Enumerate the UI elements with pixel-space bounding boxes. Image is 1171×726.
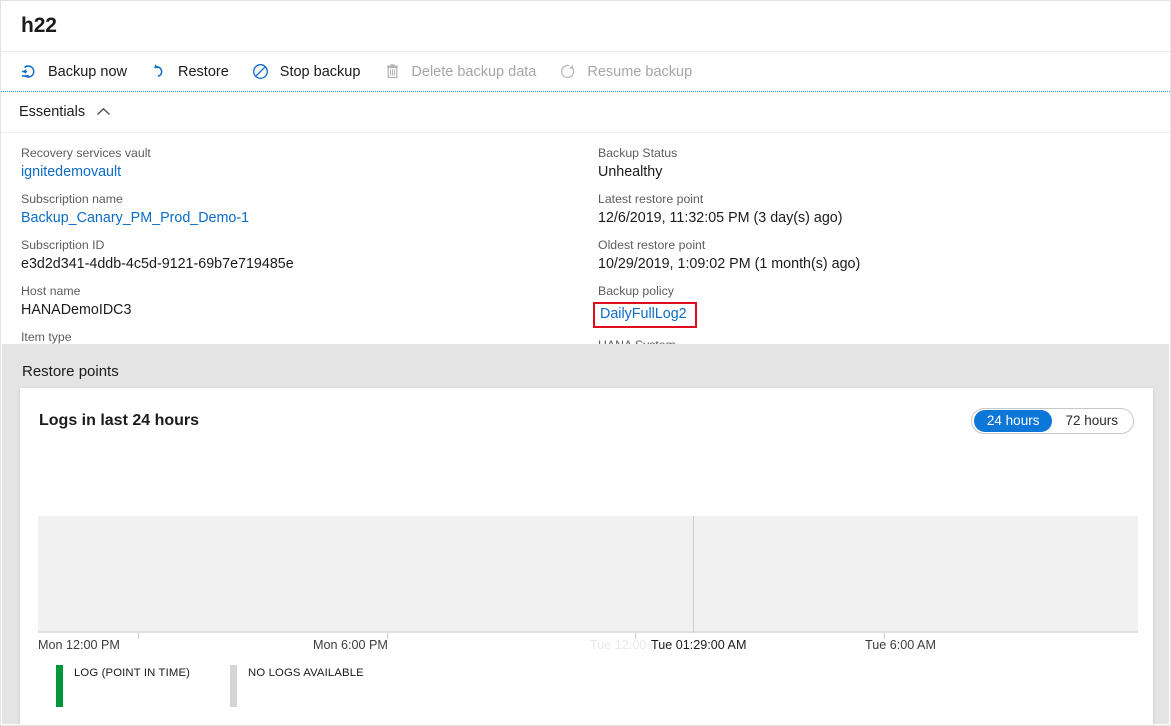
- legend-swatch-green: [56, 665, 63, 707]
- x-tick-label-current-time: Tue 01:29:00 AM: [651, 638, 746, 652]
- chart-legend: LOG (POINT IN TIME) NO LOGS AVAILABLE: [56, 665, 404, 707]
- delete-icon: [382, 62, 402, 82]
- resume-backup-icon: [558, 62, 578, 82]
- legend-swatch-gray: [230, 665, 237, 707]
- x-tick-label-tue-6am: Tue 6:00 AM: [865, 638, 936, 652]
- delete-backup-data-label: Delete backup data: [411, 64, 536, 80]
- essentials-panel: Recovery services vault ignitedemovault …: [1, 133, 1170, 343]
- field-subscription-name: Subscription name Backup_Canary_PM_Prod_…: [21, 191, 581, 228]
- field-oldest-restore-point: Oldest restore point 10/29/2019, 1:09:02…: [598, 237, 1161, 274]
- backup-status-value: Unhealthy: [598, 163, 1161, 182]
- backup-now-button[interactable]: Backup now: [17, 57, 137, 87]
- plot-area: [38, 516, 1138, 633]
- essentials-right-column: Backup Status Unhealthy Latest restore p…: [581, 145, 1161, 329]
- time-range-toggle: 24 hours 72 hours: [971, 408, 1134, 434]
- azure-backup-item-blade: h22 Backup now Restore: [0, 0, 1171, 726]
- legend-item-no-logs-available[interactable]: NO LOGS AVAILABLE: [230, 665, 364, 707]
- field-host-name: Host name HANADemoIDC3: [21, 283, 581, 320]
- essentials-toggle[interactable]: Essentials: [1, 92, 1170, 133]
- field-latest-restore-point: Latest restore point 12/6/2019, 11:32:05…: [598, 191, 1161, 228]
- x-axis-labels: Mon 12:00 PM Mon 6:00 PM Tue 12:00 AM Tu…: [38, 634, 1138, 658]
- field-label: Recovery services vault: [21, 145, 581, 162]
- chart-title: Logs in last 24 hours: [39, 412, 199, 430]
- command-bar: Backup now Restore Stop backup: [1, 52, 1170, 92]
- legend-item-log-point-in-time[interactable]: LOG (POINT IN TIME): [56, 665, 190, 707]
- toggle-72-hours[interactable]: 72 hours: [1052, 410, 1131, 432]
- field-label: Backup Status: [598, 145, 1161, 162]
- backup-now-label: Backup now: [48, 64, 127, 80]
- field-label: Subscription ID: [21, 237, 581, 254]
- resume-backup-button[interactable]: Resume backup: [556, 57, 702, 87]
- legend-label: NO LOGS AVAILABLE: [248, 665, 364, 680]
- resume-backup-label: Resume backup: [587, 64, 692, 80]
- restore-button[interactable]: Restore: [147, 57, 239, 87]
- restore-label: Restore: [178, 64, 229, 80]
- backup-policy-highlight: DailyFullLog2: [593, 302, 697, 328]
- field-label: Host name: [21, 283, 581, 300]
- subscription-name-link[interactable]: Backup_Canary_PM_Prod_Demo-1: [21, 209, 581, 228]
- legend-label: LOG (POINT IN TIME): [74, 665, 190, 680]
- subscription-id-value: e3d2d341-4ddb-4c5d-9121-69b7e719485e: [21, 255, 581, 274]
- field-backup-policy: Backup policy DailyFullLog2: [598, 283, 1161, 328]
- latest-restore-point-value: 12/6/2019, 11:32:05 PM (3 day(s) ago): [598, 209, 1161, 228]
- essentials-left-column: Recovery services vault ignitedemovault …: [1, 145, 581, 329]
- x-tick-label-mon-12pm: Mon 12:00 PM: [38, 638, 120, 652]
- backup-policy-link[interactable]: DailyFullLog2: [600, 306, 687, 322]
- page-title: h22: [21, 14, 57, 38]
- logs-timeline-plot[interactable]: Mon 12:00 PM Mon 6:00 PM Tue 12:00 AM Tu…: [38, 516, 1138, 646]
- blade-titlebar: h22: [1, 1, 1170, 52]
- essentials-label: Essentials: [19, 104, 85, 120]
- field-backup-status: Backup Status Unhealthy: [598, 145, 1161, 182]
- toggle-24-hours[interactable]: 24 hours: [974, 410, 1053, 432]
- backup-now-icon: [19, 62, 39, 82]
- chart-card-header: Logs in last 24 hours 24 hours 72 hours: [20, 388, 1153, 434]
- field-subscription-id: Subscription ID e3d2d341-4ddb-4c5d-9121-…: [21, 237, 581, 274]
- field-label: Latest restore point: [598, 191, 1161, 208]
- chevron-up-icon[interactable]: [96, 107, 111, 117]
- x-tick-label-mon-6pm: Mon 6:00 PM: [313, 638, 388, 652]
- field-label: Subscription name: [21, 191, 581, 208]
- stop-backup-icon: [251, 62, 271, 82]
- restore-icon: [149, 62, 169, 82]
- current-time-divider: [693, 516, 694, 633]
- host-name-value: HANADemoIDC3: [21, 301, 581, 320]
- logs-chart-card: Logs in last 24 hours 24 hours 72 hours …: [20, 388, 1153, 726]
- field-label: Oldest restore point: [598, 237, 1161, 254]
- restore-points-section: Restore points Logs in last 24 hours 24 …: [2, 344, 1169, 724]
- restore-points-heading: Restore points: [2, 344, 1169, 394]
- stop-backup-label: Stop backup: [280, 64, 361, 80]
- oldest-restore-point-value: 10/29/2019, 1:09:02 PM (1 month(s) ago): [598, 255, 1161, 274]
- field-recovery-services-vault: Recovery services vault ignitedemovault: [21, 145, 581, 182]
- stop-backup-button[interactable]: Stop backup: [249, 57, 371, 87]
- field-label: Backup policy: [598, 283, 1161, 300]
- delete-backup-data-button[interactable]: Delete backup data: [380, 57, 546, 87]
- recovery-services-vault-link[interactable]: ignitedemovault: [21, 163, 581, 182]
